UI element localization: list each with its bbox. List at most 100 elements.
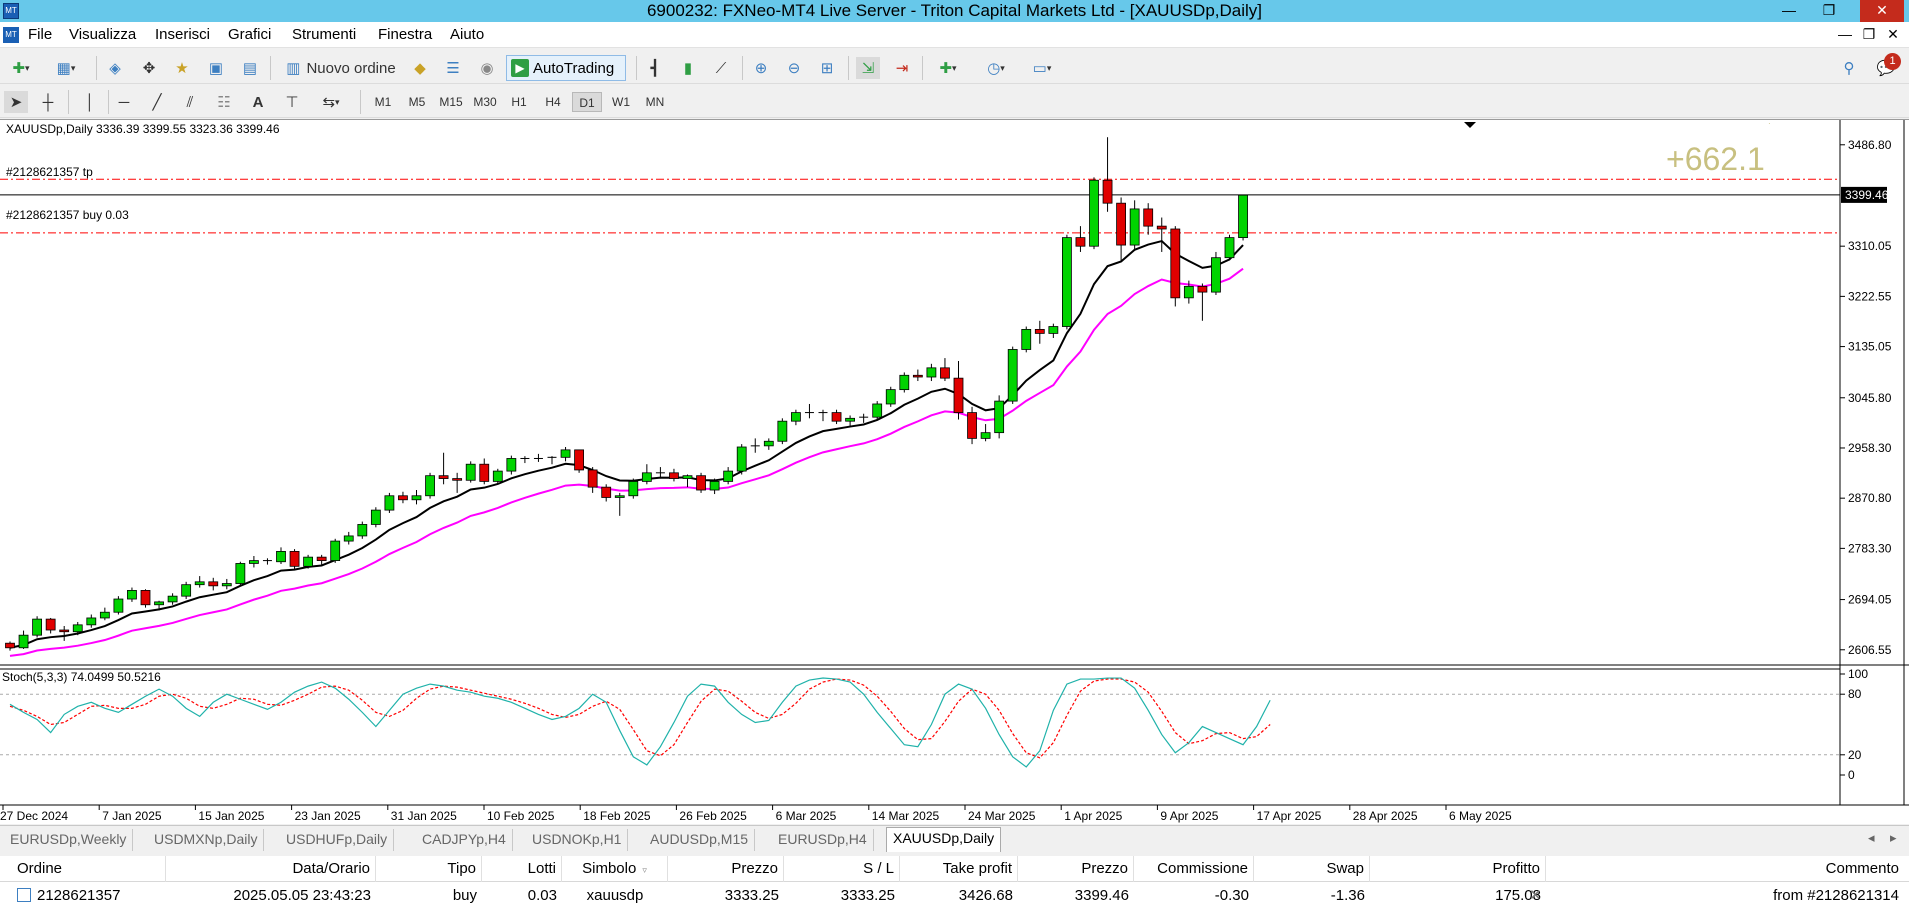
profiles-icon[interactable]: ▦ ▾	[48, 57, 84, 79]
navigator-icon[interactable]: ✥	[137, 57, 161, 79]
zoom-in-icon[interactable]: ⊕	[749, 57, 773, 79]
trendline-icon[interactable]: ╱	[145, 91, 169, 113]
tab-eurusdp-weekly[interactable]: EURUSDp,Weekly	[4, 829, 134, 851]
candle	[1021, 326, 1032, 353]
col-data-orario[interactable]: Data/Orario	[166, 856, 376, 882]
menu-file[interactable]: File	[28, 26, 52, 44]
chart-window[interactable]: 3486.80 3310.05 3222.55 3135.05 3045.80 2958.…	[0, 119, 1909, 824]
signals-icon[interactable]: ☰	[441, 57, 465, 79]
notifications-icon[interactable]: 💬 1	[1870, 53, 1902, 79]
col-profitto[interactable]: Profitto	[1370, 856, 1546, 882]
templates-icon[interactable]: ▭ ▾	[1024, 57, 1060, 79]
col-commento[interactable]: Commento	[1546, 856, 1904, 882]
chart-autoscroll-icon[interactable]: ⇲	[856, 57, 880, 79]
col-prezzo[interactable]: Prezzo	[668, 856, 784, 882]
col-prezzo-corrente[interactable]: Prezzo	[1018, 856, 1134, 882]
tab-cadjpyp-h4[interactable]: CADJPYp,H4	[416, 829, 513, 851]
cursor-icon[interactable]: ➤	[4, 91, 28, 113]
data-window-icon[interactable]: ★	[170, 57, 194, 79]
autotrading-button[interactable]: ▶ AutoTrading	[506, 55, 626, 81]
col-take-profit[interactable]: Take profit	[900, 856, 1018, 882]
candle	[777, 418, 788, 445]
menu-inserisci[interactable]: Inserisci	[155, 26, 210, 44]
market-icon[interactable]: ◉	[475, 57, 499, 79]
col-tipo[interactable]: Tipo	[376, 856, 482, 882]
col-swap[interactable]: Swap	[1254, 856, 1370, 882]
menu-finestra[interactable]: Finestra	[378, 26, 432, 44]
candle-body	[1102, 179, 1113, 204]
candle-body	[1156, 225, 1167, 230]
zoom-out-icon[interactable]: ⊖	[782, 57, 806, 79]
tester-icon[interactable]: ▤	[238, 57, 262, 79]
timeframe-m5[interactable]: M5	[402, 92, 432, 112]
price-tick-label: 2870.80	[1848, 491, 1892, 505]
menu-aiuto[interactable]: Aiuto	[450, 26, 484, 44]
col-sl[interactable]: S / L	[784, 856, 900, 882]
col-ordine[interactable]: Ordine	[12, 856, 166, 882]
mdi-close-icon[interactable]: ✕	[1884, 26, 1902, 43]
indicators-icon[interactable]: ✚ ▾	[930, 57, 966, 79]
order-sl: 3333.25	[840, 887, 895, 904]
candle-body	[506, 458, 517, 472]
search-icon[interactable]: ⚲	[1838, 57, 1860, 79]
candle-body	[32, 618, 42, 636]
new-order-button[interactable]: ▥ Nuovo ordine	[280, 57, 402, 79]
tile-windows-icon[interactable]: ⊞	[815, 57, 839, 79]
bar-chart-icon[interactable]: ┫	[643, 57, 667, 79]
tab-usdmxnp-daily[interactable]: USDMXNp,Daily	[148, 829, 265, 851]
order-profit: 175.08	[1495, 887, 1541, 904]
tab-usdhufp-daily[interactable]: USDHUFp,Daily	[280, 829, 395, 851]
candle	[235, 561, 246, 586]
menu-grafici[interactable]: Grafici	[228, 26, 271, 44]
tab-xauusdp-daily[interactable]: XAUUSDp,Daily	[886, 827, 1002, 852]
col-lotti[interactable]: Lotti	[482, 856, 562, 882]
menu-strumenti[interactable]: Strumenti	[292, 26, 356, 44]
close-order-icon[interactable]: ✕	[1524, 883, 1544, 909]
mdi-minimize-icon[interactable]: —	[1836, 26, 1854, 42]
chart-shift-icon[interactable]: ⇥	[890, 57, 914, 79]
arrows-icon[interactable]: ⇆ ▾	[313, 91, 349, 113]
table-row[interactable]: 2128621357 2025.05.05 23:43:23 buy 0.03 …	[0, 883, 1909, 909]
tab-eurusdp-h4[interactable]: EURUSDp,H4	[772, 829, 874, 851]
text-label-icon[interactable]: ⊤	[280, 91, 304, 113]
mdi-restore-icon[interactable]: ❐	[1860, 26, 1878, 43]
tab-scroll-left-icon[interactable]: ◂	[1868, 830, 1875, 846]
restore-button[interactable]: ❐	[1814, 0, 1844, 22]
tab-scroll-right-icon[interactable]: ▸	[1890, 830, 1897, 846]
minimize-button[interactable]: —	[1774, 0, 1804, 22]
col-simbolo[interactable]: Simbolo ▿	[562, 856, 668, 882]
price-chart[interactable]: 3486.80 3310.05 3222.55 3135.05 3045.80 2958.…	[0, 120, 1909, 825]
horizontal-line-icon[interactable]: ─	[112, 91, 136, 113]
close-button[interactable]: ✕	[1860, 0, 1904, 22]
candle-body	[140, 590, 151, 606]
timeframe-m30[interactable]: M30	[470, 92, 500, 112]
text-icon[interactable]: A	[246, 91, 270, 113]
market-watch-icon[interactable]: ◈	[103, 57, 127, 79]
candlestick-icon[interactable]: ▮	[676, 57, 700, 79]
order-icon	[17, 888, 31, 902]
fibonacci-icon[interactable]: ☷	[212, 91, 236, 113]
periods-icon[interactable]: ◷ ▾	[978, 57, 1014, 79]
timeframe-m15[interactable]: M15	[436, 92, 466, 112]
timeframe-h1[interactable]: H1	[504, 92, 534, 112]
candle-body	[357, 524, 368, 537]
line-chart-icon[interactable]: ⟋	[709, 57, 733, 79]
terminal-icon[interactable]: ▣	[204, 57, 228, 79]
tab-audusdp-m15[interactable]: AUDUSDp,M15	[644, 829, 756, 851]
timeframe-d1[interactable]: D1	[572, 92, 602, 112]
new-chart-icon[interactable]: ✚ ▾	[4, 57, 38, 79]
candle	[181, 581, 192, 600]
candle	[885, 386, 896, 407]
crosshair-icon[interactable]: ┼	[36, 91, 60, 113]
vertical-line-icon[interactable]: │	[78, 91, 102, 113]
price-tick-label: 2958.30	[1848, 441, 1892, 455]
metaeditor-icon[interactable]: ◆	[408, 57, 432, 79]
timeframe-w1[interactable]: W1	[606, 92, 636, 112]
tab-usdnokp-h1[interactable]: USDNOKp,H1	[526, 829, 629, 851]
channel-icon[interactable]: ⫽	[178, 91, 202, 113]
col-commissione[interactable]: Commissione	[1134, 856, 1254, 882]
menu-visualizza[interactable]: Visualizza	[69, 26, 136, 44]
timeframe-mn[interactable]: MN	[640, 92, 670, 112]
timeframe-m1[interactable]: M1	[368, 92, 398, 112]
timeframe-h4[interactable]: H4	[538, 92, 568, 112]
